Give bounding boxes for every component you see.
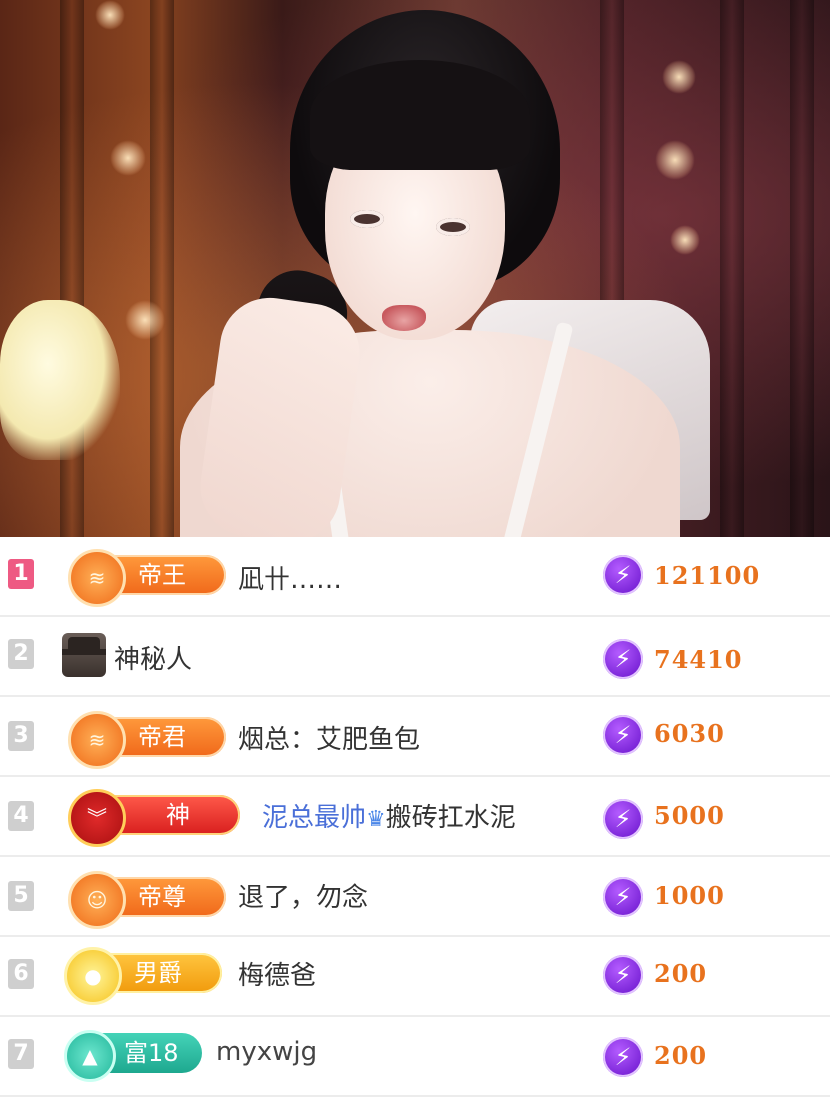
noble-badge[interactable]: ☺ 帝尊: [68, 871, 226, 929]
baron-emblem-icon: ●: [64, 947, 122, 1005]
bokeh-light: [110, 140, 146, 176]
username[interactable]: 凪卄……: [238, 559, 342, 596]
lightning-gift-icon: ⚡: [603, 877, 643, 917]
emperor-emblem-icon: ≋: [68, 549, 126, 607]
row-divider: [0, 1095, 830, 1097]
bokeh-light: [125, 300, 165, 340]
lightning-gift-icon: ⚡: [603, 1037, 643, 1077]
wealth-badge[interactable]: ▲ 富18: [64, 1030, 202, 1082]
gift-leaderboard: 1 ≋ 帝王 凪卄…… ⚡ 121100 2 神秘人 ⚡ 74410 3 ≋ 帝…: [0, 537, 830, 1106]
gift-amount: 200: [654, 1041, 708, 1070]
lightning-gift-icon: ⚡: [603, 955, 643, 995]
rank-number: 6: [8, 959, 34, 989]
leaderboard-row[interactable]: 7 ▲ 富18 myxwjg ⚡ 200: [0, 1017, 830, 1097]
live-stream-video[interactable]: [0, 0, 830, 537]
hat-brim-shape: [62, 649, 106, 655]
leaderboard-row[interactable]: 2 神秘人 ⚡ 74410: [0, 617, 830, 697]
gift-amount: 1000: [654, 881, 725, 910]
username[interactable]: 退了，勿念: [238, 877, 368, 914]
noble-badge[interactable]: ● 男爵: [64, 947, 222, 1005]
god-emblem-icon: ︾: [68, 789, 126, 847]
curtain-decor: [150, 0, 174, 537]
badge-label: 富18: [124, 1039, 179, 1067]
noble-badge[interactable]: ≋ 帝王: [68, 549, 226, 607]
badge-label: 男爵: [134, 959, 182, 987]
username[interactable]: 泥总最帅♛搬砖扛水泥: [262, 797, 516, 834]
gift-amount: 6030: [654, 719, 725, 748]
emperor-emblem-icon: ☺: [68, 871, 126, 929]
username[interactable]: 神秘人: [114, 639, 192, 676]
rank-number: 7: [8, 1039, 34, 1069]
leaderboard-row[interactable]: 1 ≋ 帝王 凪卄…… ⚡ 121100: [0, 537, 830, 617]
bokeh-light: [655, 140, 695, 180]
username[interactable]: 梅德爸: [238, 955, 316, 992]
leaderboard-row[interactable]: 6 ● 男爵 梅德爸 ⚡ 200: [0, 937, 830, 1017]
rank-number: 2: [8, 639, 34, 669]
plush-lamp: [0, 300, 120, 460]
username-main: 泥总最帅: [262, 803, 367, 833]
lightning-gift-icon: ⚡: [603, 715, 643, 755]
lightning-gift-icon: ⚡: [603, 555, 643, 595]
username-suffix: 搬砖扛水泥: [385, 803, 516, 833]
bokeh-light: [95, 0, 125, 30]
username[interactable]: 烟总：艾肥鱼包: [238, 719, 420, 756]
leaderboard-row[interactable]: 5 ☺ 帝尊 退了，勿念 ⚡ 1000: [0, 857, 830, 937]
leaderboard-row[interactable]: 3 ≋ 帝君 烟总：艾肥鱼包 ⚡ 6030: [0, 697, 830, 777]
rank-number: 1: [8, 559, 34, 589]
curtain-decor: [720, 0, 744, 537]
leaderboard-row[interactable]: 4 ︾ 神 泥总最帅♛搬砖扛水泥 ⚡ 5000: [0, 777, 830, 857]
badge-label: 神: [166, 801, 190, 829]
emperor-emblem-icon: ≋: [68, 711, 126, 769]
badge-label: 帝王: [138, 561, 186, 589]
username[interactable]: myxwjg: [216, 1037, 317, 1067]
mystery-person-icon: [62, 633, 106, 677]
gift-amount: 200: [654, 959, 708, 988]
curtain-decor: [790, 0, 814, 537]
rank-number: 5: [8, 881, 34, 911]
crown-icon: ♛: [366, 807, 386, 832]
lightning-gift-icon: ⚡: [603, 639, 643, 679]
streamer-eye: [436, 218, 470, 236]
bokeh-light: [670, 225, 700, 255]
streamer-mouth: [382, 305, 426, 331]
streamer-eye: [350, 210, 384, 228]
noble-badge[interactable]: ︾ 神: [68, 789, 240, 847]
badge-label: 帝尊: [138, 883, 186, 911]
lightning-gift-icon: ⚡: [603, 799, 643, 839]
rank-number: 3: [8, 721, 34, 751]
bokeh-light: [662, 60, 696, 94]
rank-number: 4: [8, 801, 34, 831]
gift-amount: 74410: [654, 645, 743, 674]
badge-label: 帝君: [138, 723, 186, 751]
wealth-emblem-icon: ▲: [64, 1030, 116, 1082]
gift-amount: 5000: [654, 801, 725, 830]
noble-badge[interactable]: ≋ 帝君: [68, 711, 226, 769]
gift-amount: 121100: [654, 561, 761, 590]
streamer-bangs: [310, 60, 530, 170]
